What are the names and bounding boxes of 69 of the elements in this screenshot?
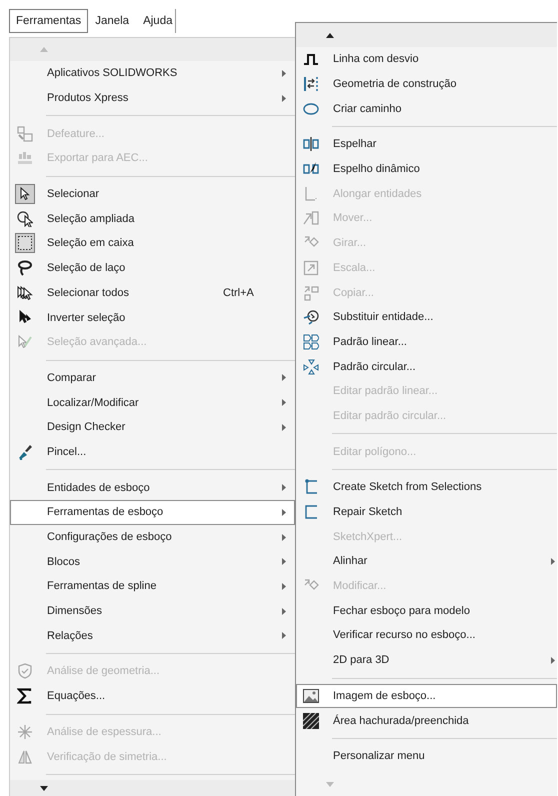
menu-item[interactable]: Verificar recurso no esboço... <box>296 623 557 648</box>
menu-item[interactable]: Padrão circular... <box>296 354 557 379</box>
menu-item[interactable]: Ferramentas de esboço <box>10 500 295 525</box>
snowflake-icon <box>17 724 33 740</box>
menu-item[interactable]: Seleção de laço <box>10 256 295 280</box>
menu-item[interactable]: Blocos <box>10 549 295 574</box>
shapes-icon <box>303 358 319 375</box>
menu-item[interactable]: Selecionar <box>10 182 295 206</box>
menu-item[interactable]: Entidades de esboço <box>10 475 295 500</box>
menu-item[interactable]: Aplicativos SOLIDWORKS <box>10 61 295 86</box>
arrow-square-icon <box>303 210 319 226</box>
menu-item[interactable]: Área hachurada/preenchida <box>296 708 557 733</box>
mirror-icon <box>303 136 319 152</box>
pointer-icon <box>17 310 33 326</box>
menu-item[interactable]: Selecionar todos Ctrl+A <box>10 280 295 306</box>
menu-item[interactable]: Substituir entidade... <box>296 304 557 330</box>
menu-item[interactable]: Produtos Xpress <box>10 86 295 110</box>
pointer-icon <box>17 334 33 350</box>
grid-icon <box>303 334 319 350</box>
sigma-icon <box>17 688 33 704</box>
menu-item[interactable]: Geometria de construção <box>296 72 557 96</box>
menu-item[interactable]: Seleção ampliada <box>10 206 295 232</box>
scroll-up-button[interactable] <box>296 23 557 47</box>
scroll-down-button[interactable] <box>10 780 295 796</box>
menu-item[interactable]: Relações <box>10 623 295 648</box>
step-line-icon <box>303 51 319 68</box>
menu-item[interactable]: Seleção em caixa <box>10 231 295 256</box>
menu-item[interactable]: Imagem de esboço... <box>296 684 557 708</box>
menu-item[interactable]: Comparar <box>10 366 295 390</box>
brush-icon <box>17 444 33 460</box>
shortcut-label: Ctrl+A <box>223 286 254 299</box>
menu-item[interactable]: Configurações de esboço <box>10 524 295 550</box>
menu-item[interactable]: Pincel... <box>10 440 295 464</box>
circle-pointer-icon <box>17 210 33 227</box>
menu-item[interactable]: Espelho dinâmico <box>296 156 557 182</box>
shield-icon <box>17 663 33 680</box>
menu-item[interactable]: Personalizar menu <box>296 744 557 769</box>
menu-item[interactable]: Inverter seleção <box>10 305 295 330</box>
menu-item[interactable]: Equações... <box>10 684 295 708</box>
menu-item[interactable]: Design Checker <box>10 414 295 440</box>
menu-item[interactable]: Repair Sketch <box>296 500 557 524</box>
mirror-shapes-icon <box>17 748 33 765</box>
target-icon <box>303 309 319 326</box>
hatch-icon <box>303 712 319 729</box>
menu-item[interactable]: Espelhar <box>296 132 557 157</box>
arrow-square-icon <box>303 260 319 276</box>
menu-item[interactable]: Dimensões <box>10 598 295 624</box>
ellipse-icon <box>303 100 319 117</box>
menu-bar-item[interactable]: Janela <box>88 9 136 33</box>
image-icon <box>303 688 319 704</box>
menu-item[interactable]: Alinhar <box>296 549 557 574</box>
menu-item[interactable]: Fechar esboço para modelo <box>296 598 557 624</box>
pointers-icon <box>17 284 33 301</box>
menu-item[interactable]: Create Sketch from Selections <box>296 475 557 500</box>
menu-bar-item[interactable]: Ferramentas <box>9 9 88 33</box>
menu-item[interactable]: Localizar/Modificar <box>10 390 295 415</box>
lasso-icon <box>17 260 33 276</box>
menu-item[interactable]: Criar caminho <box>296 96 557 122</box>
squares-icon <box>17 126 33 142</box>
bracket-icon <box>303 479 319 496</box>
arrows-icon <box>303 76 319 92</box>
bracket-icon <box>303 504 319 520</box>
menu-bar-item[interactable]: Ajuda <box>136 9 180 33</box>
menu-item[interactable]: 2D para 3D <box>296 648 557 672</box>
menu-item[interactable]: Ferramentas de spline <box>10 574 295 599</box>
menu-item[interactable]: Padrão linear... <box>296 330 557 354</box>
menu-item[interactable]: Linha com desvio <box>296 47 557 72</box>
building-icon <box>17 150 33 166</box>
arrow-squares-icon <box>303 284 319 301</box>
